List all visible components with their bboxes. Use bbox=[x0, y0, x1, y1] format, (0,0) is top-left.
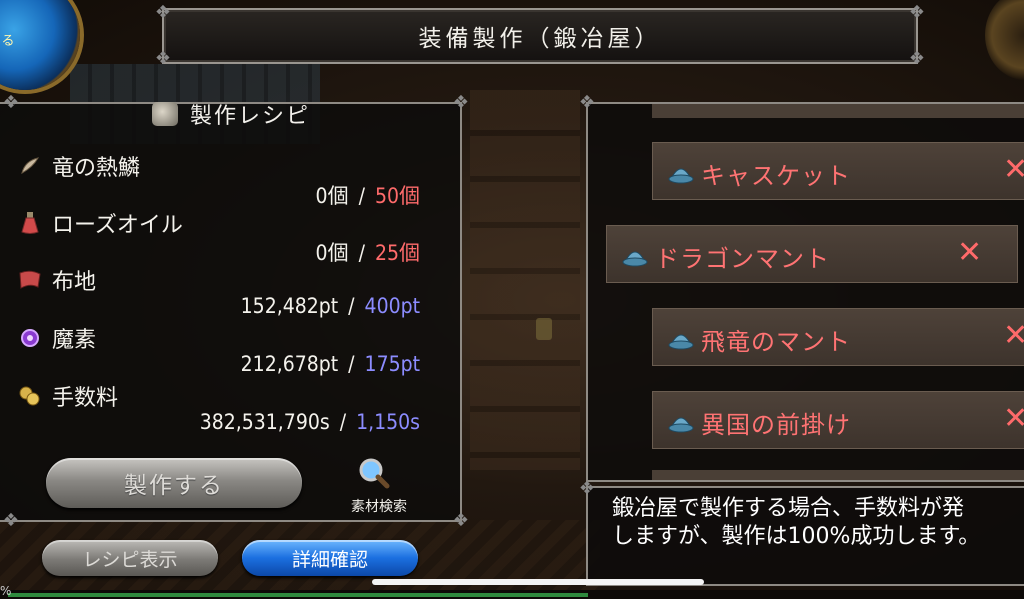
unavailable-x-icon: ✕ bbox=[1003, 401, 1024, 436]
material-name: 竜の熱鱗 bbox=[52, 156, 141, 181]
menu-orb-label: る bbox=[1, 34, 15, 49]
equipment-list-item[interactable]: キャスケット ✕ bbox=[652, 142, 1024, 200]
material-amount: 212,678pt/175pt bbox=[240, 352, 420, 376]
hat-icon bbox=[667, 408, 695, 434]
material-row: 布地 152,482pt/400pt bbox=[14, 264, 444, 322]
hat-icon bbox=[667, 159, 695, 185]
background-lamp bbox=[536, 318, 552, 340]
material-amount: 382,531,790s/1,150s bbox=[199, 410, 420, 434]
ornament-corner-icon: ❖ bbox=[154, 48, 172, 69]
ornament-corner-icon: ❖ bbox=[578, 478, 596, 499]
material-name: ローズオイル bbox=[52, 213, 183, 238]
material-name: 布地 bbox=[52, 270, 97, 295]
background-shelf bbox=[470, 90, 580, 470]
unavailable-x-icon: ✕ bbox=[1003, 318, 1024, 353]
anvil-icon bbox=[151, 102, 178, 126]
equipment-name: 飛竜のマント bbox=[701, 328, 851, 356]
right-ornament bbox=[985, 0, 1024, 80]
material-amount: 0個/25個 bbox=[315, 241, 420, 265]
recipe-panel-title: 製作レシピ bbox=[189, 104, 310, 129]
recipe-panel-header: 製作レシピ bbox=[6, 94, 456, 134]
equipment-list-item[interactable]: 異国の前掛け ✕ bbox=[652, 391, 1024, 449]
material-row: 魔素 212,678pt/175pt bbox=[14, 322, 444, 380]
equipment-name: キャスケット bbox=[701, 162, 851, 190]
craft-button[interactable]: 製作する bbox=[46, 458, 302, 508]
ornament-corner-icon: ❖ bbox=[908, 2, 926, 23]
hat-icon bbox=[667, 325, 695, 351]
material-amount: 152,482pt/400pt bbox=[240, 294, 420, 318]
material-search-label[interactable]: 素材検索 bbox=[334, 496, 424, 516]
potion-icon bbox=[18, 211, 42, 235]
scale-icon bbox=[18, 154, 42, 178]
material-name: 魔素 bbox=[52, 328, 97, 353]
recipe-view-button[interactable]: レシピ表示 bbox=[42, 540, 218, 576]
percent-label: % bbox=[0, 584, 12, 598]
ornament-corner-icon: ❖ bbox=[908, 48, 926, 69]
detail-confirm-label: 詳細確認 bbox=[291, 548, 368, 571]
equipment-list-item[interactable]: 飛竜のマント ✕ bbox=[652, 308, 1024, 366]
material-row: 竜の熱鱗 0個/50個 bbox=[14, 150, 444, 208]
ornament-corner-icon: ❖ bbox=[154, 2, 172, 23]
equipment-name: 異国の前掛け bbox=[701, 411, 851, 439]
equipment-name: ドラゴンマント bbox=[655, 245, 830, 273]
coins-icon bbox=[18, 384, 42, 408]
message-line: 鍛冶屋で製作する場合、手数料が発 bbox=[612, 496, 965, 521]
game-screen: る 装備製作（鍛冶屋） ❖ ❖ ❖ ❖ ❖ ❖ ❖ ❖ 製作レシピ 竜の熱鱗 0… bbox=[0, 0, 1024, 599]
material-row: 手数料 382,531,790s/1,150s bbox=[14, 380, 444, 438]
equipment-list-item-selected[interactable]: ドラゴンマント ✕ bbox=[606, 225, 1018, 283]
material-name: 手数料 bbox=[52, 386, 119, 411]
hat-icon bbox=[621, 242, 649, 268]
material-amount: 0個/50個 bbox=[315, 184, 420, 208]
magnifier-icon[interactable] bbox=[358, 457, 390, 489]
detail-confirm-button[interactable]: 詳細確認 bbox=[242, 540, 418, 576]
message-line: しますが、製作は100%成功します。 bbox=[612, 524, 981, 549]
ornament-corner-icon: ❖ bbox=[578, 92, 596, 113]
ornament-corner-icon: ❖ bbox=[2, 510, 20, 531]
magic-orb-icon bbox=[18, 326, 42, 350]
unavailable-x-icon: ✕ bbox=[1003, 152, 1024, 187]
list-scroll-edge bbox=[652, 470, 1024, 480]
page-title: 装備製作（鍛冶屋） bbox=[418, 26, 662, 52]
list-scroll-edge bbox=[652, 104, 1024, 118]
craft-button-label: 製作する bbox=[124, 473, 224, 499]
unavailable-x-icon: ✕ bbox=[957, 235, 983, 270]
material-row: ローズオイル 0個/25個 bbox=[14, 207, 444, 265]
recipe-view-label: レシピ表示 bbox=[82, 548, 178, 571]
ornament-corner-icon: ❖ bbox=[452, 510, 470, 531]
home-indicator[interactable] bbox=[372, 579, 704, 585]
title-bar: 装備製作（鍛冶屋） bbox=[162, 8, 918, 64]
cloth-icon bbox=[18, 268, 42, 292]
message-text: 鍛冶屋で製作する場合、手数料が発 しますが、製作は100%成功します。 bbox=[612, 495, 1024, 551]
progress-bar-fill bbox=[8, 593, 588, 597]
